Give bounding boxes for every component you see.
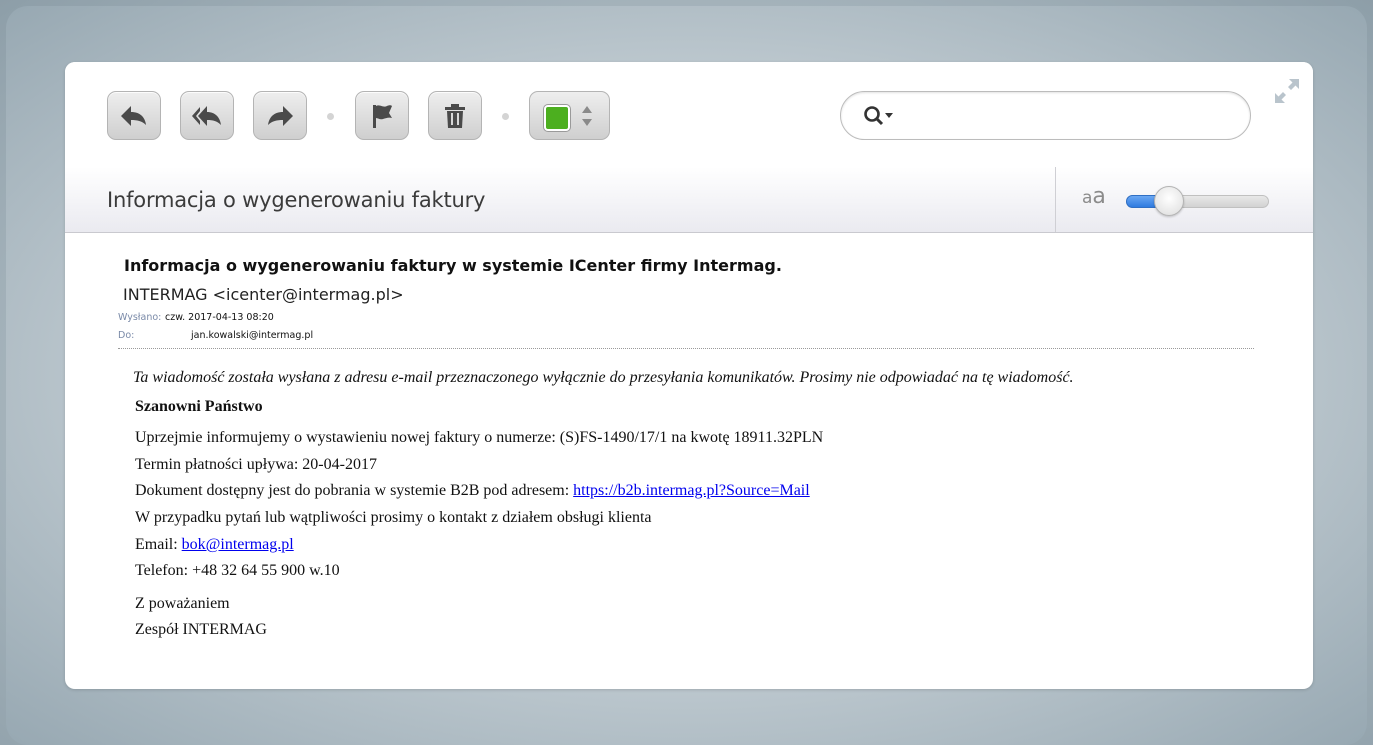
notice-text: Ta wiadomość została wysłana z adresu e-… [133, 369, 1074, 386]
search-icon [864, 106, 893, 126]
invoice-line: Uprzejmie informujemy o wystawieniu nowe… [135, 429, 824, 446]
search-input[interactable] [903, 100, 1237, 132]
flag-icon [373, 104, 392, 128]
phone-line: Telefon: +48 32 64 55 900 w.10 [135, 562, 340, 579]
sent-value: czw. 2017-04-13 08:20 [165, 312, 274, 323]
reply-icon [121, 105, 146, 126]
toolbar-separator [502, 113, 509, 120]
slider-knob[interactable] [1154, 186, 1184, 216]
search-box[interactable] [840, 91, 1251, 140]
message-title: Informacja o wygenerowaniu faktury w sys… [124, 256, 782, 275]
sent-row: Wysłano: czw. 2017-04-13 08:20 [118, 312, 274, 323]
delete-button[interactable] [428, 91, 482, 140]
email-link[interactable]: bok@intermag.pl [182, 536, 294, 553]
message-content: Informacja o wygenerowaniu faktury w sys… [65, 233, 1313, 689]
divider [1055, 167, 1056, 232]
to-row: Do: jan.kowalski@intermag.pl [118, 330, 313, 341]
to-label: Do: [118, 330, 135, 341]
message-subject: Informacja o wygenerowaniu faktury [107, 188, 486, 212]
reply-all-button[interactable] [180, 91, 234, 140]
toolbar [65, 62, 1313, 167]
email-line: Email: bok@intermag.pl [135, 536, 294, 554]
header-divider [118, 348, 1254, 349]
reply-all-icon [192, 105, 221, 126]
font-size-slider[interactable] [1126, 186, 1269, 216]
mail-window: Informacja o wygenerowaniu faktury aa In… [65, 62, 1313, 689]
sent-label: Wysłano: [118, 312, 162, 323]
due-date-line: Termin płatności upływa: 20-04-2017 [135, 456, 377, 473]
closing-line: Z poważaniem [135, 595, 230, 612]
email-label: Email: [135, 536, 182, 553]
reply-button[interactable] [107, 91, 161, 140]
download-line-text: Dokument dostępny jest do pobrania w sys… [135, 482, 574, 499]
signature-line: Zespół INTERMAG [135, 621, 267, 638]
expand-icon[interactable] [1273, 77, 1301, 105]
contact-line: W przypadku pytań lub wątpliwości prosim… [135, 509, 652, 526]
download-link[interactable]: https://b2b.intermag.pl?Source=Mail [573, 482, 810, 499]
stepper-arrows-icon [582, 106, 592, 126]
font-size-label: aa [1082, 184, 1106, 209]
forward-button[interactable] [253, 91, 307, 140]
to-value: jan.kowalski@intermag.pl [191, 330, 314, 341]
download-line: Dokument dostępny jest do pobrania w sys… [135, 482, 810, 500]
category-color-swatch [544, 105, 570, 131]
category-color-button[interactable] [529, 91, 610, 140]
greeting-text: Szanowni Państwo [135, 398, 263, 415]
trash-icon [445, 103, 465, 128]
forward-icon [268, 105, 293, 126]
message-sender: INTERMAG <icenter@intermag.pl> [123, 285, 404, 304]
subject-bar: Informacja o wygenerowaniu faktury aa [65, 167, 1313, 233]
flag-button[interactable] [355, 91, 409, 140]
toolbar-separator [327, 113, 334, 120]
